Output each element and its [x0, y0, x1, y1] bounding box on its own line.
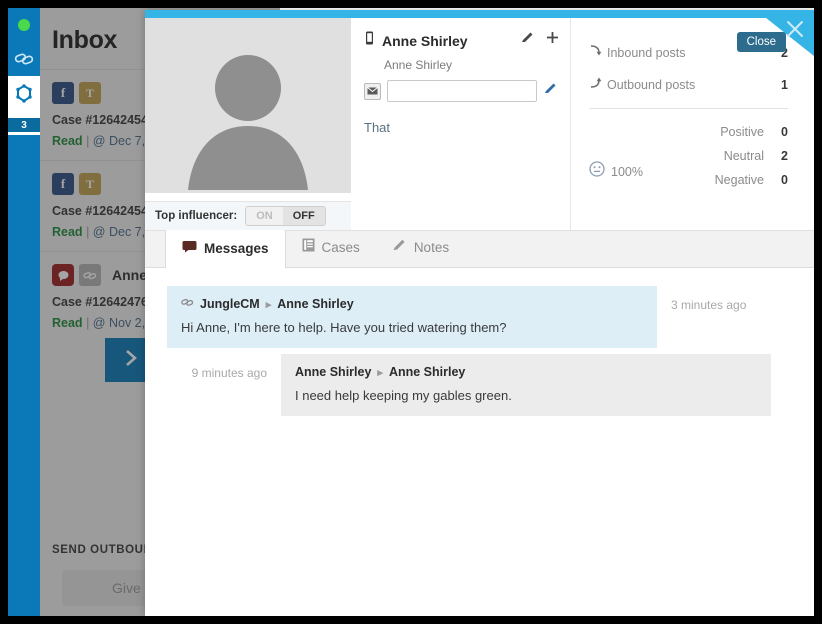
- tab-notes[interactable]: Notes: [376, 229, 465, 267]
- contact-detail-modal: Close Anne Shirley Anne Shirley That Inb…: [145, 10, 814, 616]
- tab-cases[interactable]: Cases: [286, 229, 376, 267]
- sentiment-value: 0: [781, 125, 788, 139]
- tab-label: Messages: [204, 241, 269, 256]
- message-text: Hi Anne, I'm here to help. Have you trie…: [181, 320, 507, 335]
- tab-label: Cases: [321, 240, 360, 255]
- pencil-icon[interactable]: [543, 81, 558, 101]
- link-icon: [13, 50, 35, 68]
- sentiment-value: 2: [781, 149, 788, 163]
- message-timestamp: 3 minutes ago: [671, 298, 747, 312]
- message-to: Anne Shirley: [277, 297, 354, 311]
- close-tooltip: Close: [736, 32, 786, 52]
- message-bubble[interactable]: Anne Shirley ▸ Anne Shirley I need help …: [281, 354, 771, 416]
- sentiment-label: Positive: [720, 125, 764, 139]
- message-to: Anne Shirley: [388, 365, 466, 379]
- top-influencer-toggle-row: Top influencer: ON OFF: [145, 201, 351, 230]
- sentiment-row-negative: Negative 0: [681, 173, 788, 187]
- message-participants: JungleCM ▸ Anne Shirley: [181, 297, 643, 311]
- message-arrow: ▸: [265, 298, 272, 311]
- message-from: Anne Shirley: [295, 365, 372, 379]
- message-participants: Anne Shirley ▸ Anne Shirley: [295, 365, 757, 379]
- stat-label: Outbound posts: [607, 78, 696, 92]
- message-bubble[interactable]: JungleCM ▸ Anne Shirley Hi Anne, I'm her…: [167, 286, 657, 348]
- default-person-avatar: [188, 55, 308, 190]
- top-influencer-label: Top influencer:: [155, 210, 238, 222]
- online-status-dot: [18, 19, 30, 31]
- contact-subtitle: Anne Shirley: [384, 58, 453, 72]
- message-text: I need help keeping my gables green.: [295, 388, 512, 403]
- document-icon: [302, 229, 315, 267]
- toggle-off-option[interactable]: OFF: [282, 207, 325, 225]
- page-border-right: [814, 0, 822, 624]
- tab-label: Notes: [413, 240, 450, 255]
- left-nav-rail: 3: [8, 8, 40, 616]
- toggle-on-option[interactable]: ON: [246, 207, 283, 225]
- arrow-outbound-icon: [589, 76, 607, 94]
- contact-name: Anne Shirley: [382, 33, 468, 49]
- neutral-face-icon: [589, 161, 605, 182]
- contact-title-actions: [520, 30, 560, 50]
- message-arrow: ▸: [377, 366, 383, 379]
- stat-value: 1: [781, 78, 788, 92]
- arrow-inbound-icon: [589, 44, 607, 62]
- sentiment-label: Negative: [714, 173, 764, 187]
- modal-top-accent-bar: [145, 10, 814, 18]
- modal-header: Anne Shirley Anne Shirley That Inbound p…: [145, 18, 814, 230]
- stats-divider: [589, 108, 788, 109]
- contact-info-column: Anne Shirley Anne Shirley That: [351, 18, 570, 230]
- modal-tab-bar: Messages Cases Notes: [145, 229, 814, 268]
- message-from: JungleCM: [200, 297, 260, 311]
- top-influencer-toggle[interactable]: ON OFF: [245, 206, 326, 226]
- gear-icon: [12, 83, 36, 112]
- contact-note: That: [364, 120, 391, 135]
- pencil-icon: [392, 229, 407, 267]
- page-border-left: [0, 0, 8, 624]
- message-row-inbound: JungleCM ▸ Anne Shirley Hi Anne, I'm her…: [167, 286, 792, 348]
- speech-bubble-icon: [182, 229, 197, 268]
- sentiment-summary: 100%: [589, 161, 643, 182]
- sentiment-breakdown: Positive 0 Neutral 2 Negative 0: [681, 125, 788, 187]
- link-icon: [181, 297, 194, 311]
- tab-messages[interactable]: Messages: [165, 229, 286, 268]
- email-field[interactable]: [387, 80, 537, 102]
- app-root: 3 Inbox f T Case #1264245438 Read | @ De…: [0, 0, 822, 624]
- sentiment-value: 0: [781, 173, 788, 187]
- pencil-icon[interactable]: [520, 30, 535, 50]
- close-icon[interactable]: [784, 18, 806, 40]
- avatar: [145, 18, 351, 193]
- sentiment-label: Neutral: [723, 149, 764, 163]
- page-border-bottom: [0, 616, 822, 624]
- nav-item-settings[interactable]: [8, 76, 40, 118]
- sentiment-percent: 100%: [611, 164, 643, 179]
- page-border-top: [0, 0, 822, 8]
- sentiment-section: 100% Positive 0 Neutral 2 Negative 0: [589, 125, 788, 187]
- sentiment-row-neutral: Neutral 2: [681, 149, 788, 163]
- sentiment-row-positive: Positive 0: [681, 125, 788, 139]
- online-status-indicator: [8, 8, 40, 42]
- message-timestamp: 9 minutes ago: [191, 366, 267, 380]
- conversation-thread: JungleCM ▸ Anne Shirley Hi Anne, I'm her…: [145, 268, 814, 616]
- nav-badge-count: 3: [8, 118, 40, 132]
- stat-row-outbound: Outbound posts 1: [589, 76, 788, 94]
- plus-icon[interactable]: [545, 30, 560, 50]
- nav-item-links[interactable]: [8, 42, 40, 76]
- envelope-icon: [364, 82, 381, 100]
- nav-active-underline: [8, 132, 40, 135]
- phone-icon: [364, 31, 375, 51]
- message-row-outbound: 9 minutes ago Anne Shirley ▸ Anne Shirle…: [167, 354, 792, 416]
- contact-email-row: [364, 80, 562, 102]
